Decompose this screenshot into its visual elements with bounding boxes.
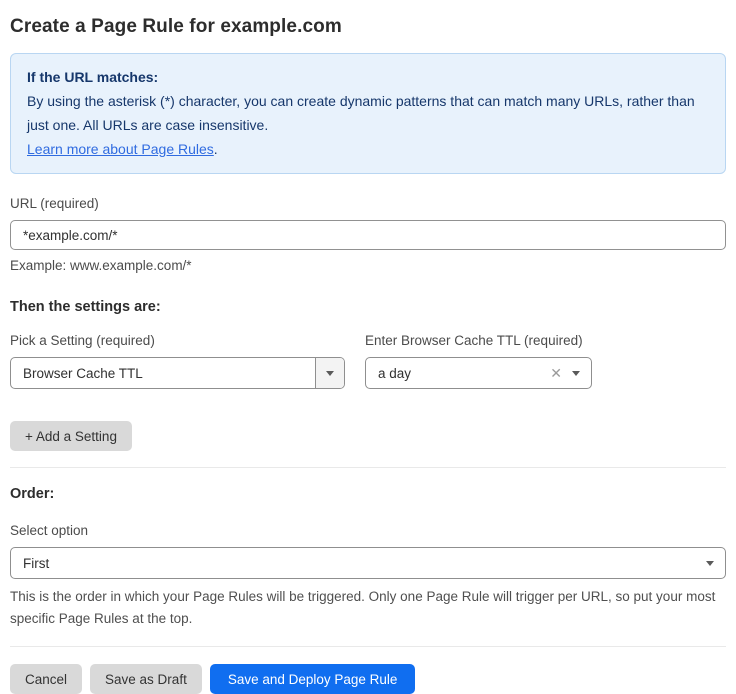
add-setting-button[interactable]: + Add a Setting — [10, 421, 132, 451]
info-box-link-line: Learn more about Page Rules. — [27, 137, 709, 161]
save-deploy-button[interactable]: Save and Deploy Page Rule — [210, 664, 416, 694]
pick-setting-caret-button[interactable] — [315, 358, 344, 388]
footer-divider — [10, 646, 726, 647]
info-box-heading: If the URL matches: — [27, 65, 709, 89]
learn-more-link[interactable]: Learn more about Page Rules — [27, 141, 214, 157]
settings-section: Then the settings are: Pick a Setting (r… — [10, 299, 726, 451]
pick-setting-label: Pick a Setting (required) — [10, 333, 345, 348]
page-rule-form: Create a Page Rule for example.com If th… — [0, 0, 736, 694]
settings-row: Pick a Setting (required) Browser Cache … — [10, 333, 726, 389]
info-box-body: By using the asterisk (*) character, you… — [27, 89, 709, 137]
pick-setting-value: Browser Cache TTL — [11, 366, 315, 381]
url-input[interactable] — [10, 220, 726, 250]
section-divider — [10, 467, 726, 468]
settings-heading: Then the settings are: — [10, 299, 726, 315]
caret-down-icon — [572, 371, 580, 376]
order-helper-text: This is the order in which your Page Rul… — [10, 586, 726, 630]
ttl-value: a day — [366, 366, 546, 381]
select-option-label: Select option — [10, 523, 726, 538]
ttl-label: Enter Browser Cache TTL (required) — [365, 333, 592, 348]
ttl-caret-button[interactable] — [572, 371, 591, 376]
ttl-dropdown[interactable]: a day ✕ — [365, 357, 592, 389]
save-draft-button[interactable]: Save as Draft — [90, 664, 202, 694]
order-select[interactable]: First — [10, 547, 726, 579]
link-suffix: . — [214, 141, 218, 157]
pick-setting-field: Pick a Setting (required) Browser Cache … — [10, 333, 345, 389]
url-match-info-box: If the URL matches: By using the asteris… — [10, 53, 726, 174]
url-helper-text: Example: www.example.com/* — [10, 258, 726, 273]
pick-setting-dropdown[interactable]: Browser Cache TTL — [10, 357, 345, 389]
order-select-caret[interactable] — [706, 561, 725, 566]
url-section: URL (required) Example: www.example.com/… — [10, 196, 726, 273]
clear-icon[interactable]: ✕ — [546, 366, 572, 380]
caret-down-icon — [706, 561, 714, 566]
order-heading: Order: — [10, 486, 726, 502]
url-label: URL (required) — [10, 196, 726, 211]
cancel-button[interactable]: Cancel — [10, 664, 82, 694]
order-select-value: First — [11, 556, 706, 571]
caret-down-icon — [326, 371, 334, 376]
order-section: Order: Select option First This is the o… — [10, 486, 726, 630]
form-actions: Cancel Save as Draft Save and Deploy Pag… — [10, 664, 726, 694]
ttl-field: Enter Browser Cache TTL (required) a day… — [365, 333, 592, 389]
page-title: Create a Page Rule for example.com — [10, 16, 726, 38]
